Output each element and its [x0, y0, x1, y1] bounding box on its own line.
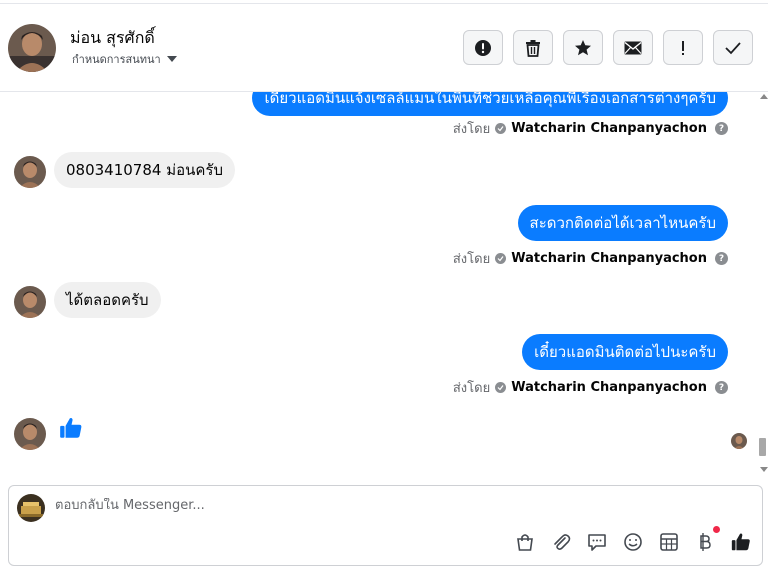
scroll-down-icon[interactable]: [760, 467, 768, 472]
contact-avatar-small: [14, 418, 46, 450]
like-icon: [731, 533, 750, 551]
contact-avatar[interactable]: [8, 24, 56, 72]
emoji-icon: [624, 533, 642, 551]
notification-dot: [713, 526, 720, 533]
check-circle-icon: [495, 123, 507, 134]
message-bubble-incoming: ได้ตลอดครับ: [54, 282, 161, 318]
help-icon[interactable]: ?: [715, 252, 728, 265]
scroll-up-icon[interactable]: [760, 94, 768, 99]
conversation-header: ม่อน สุรศักดิ์ กำหนดการสนทนา: [0, 4, 768, 92]
chevron-down-icon: [166, 56, 177, 62]
emoji-button[interactable]: [622, 531, 644, 553]
contact-avatar-small: [14, 286, 46, 318]
report-button[interactable]: [463, 30, 503, 65]
scrollbar-thumb[interactable]: [759, 438, 766, 456]
seen-receipt-avatar: [731, 433, 747, 449]
composer-toolbar: [514, 526, 752, 553]
contact-name: ม่อน สุรศักดิ์: [70, 28, 155, 47]
exclamation-icon: [682, 40, 684, 55]
message-bubble-outgoing: เดี๋ยวแอดมินติดต่อไปนะครับ: [522, 334, 728, 370]
help-icon[interactable]: ?: [715, 122, 728, 135]
like-icon: [60, 417, 82, 438]
thread-scrollbar[interactable]: [758, 92, 768, 476]
delete-button[interactable]: [513, 30, 553, 65]
message-bubble-outgoing: เดี๋ยวแอดมินแจ้งเซลล์แมนในพื้นที่ช่วยเหล…: [252, 92, 728, 116]
trash-icon: [526, 39, 540, 57]
saved-replies-button[interactable]: [586, 531, 608, 553]
paperclip-icon: [554, 534, 571, 550]
attach-button[interactable]: [550, 531, 572, 553]
message-bubble-incoming: 0803410784 ม่อนครับ: [54, 152, 235, 188]
star-icon: [575, 39, 591, 55]
help-icon[interactable]: ?: [715, 381, 728, 394]
chat-bubble-icon: [588, 534, 606, 551]
reply-input[interactable]: [55, 498, 655, 513]
message-bubble-outgoing: สะดวกติดต่อได้เวลาไหนครับ: [517, 205, 728, 241]
payment-button[interactable]: [694, 526, 720, 553]
like-message: [58, 415, 84, 445]
reply-composer: [8, 485, 763, 566]
page-avatar: [17, 494, 45, 522]
schedule-dropdown[interactable]: กำหนดการสนทนา: [72, 50, 177, 68]
message-thread: เดี๋ยวแอดมินแจ้งเซลล์แมนในพื้นที่ช่วยเหล…: [0, 92, 768, 476]
send-like-button[interactable]: [730, 531, 752, 553]
sent-by-label: ส่งโดย Watcharin Chanpanyachon ?: [453, 248, 728, 269]
check-circle-icon: [495, 253, 507, 264]
shop-button[interactable]: [514, 531, 536, 553]
table-icon: [660, 533, 678, 551]
sent-by-label: ส่งโดย Watcharin Chanpanyachon ?: [453, 377, 728, 398]
schedule-label: กำหนดการสนทนา: [72, 53, 161, 66]
header-actions: [463, 30, 753, 65]
star-button[interactable]: [563, 30, 603, 65]
appointment-button[interactable]: [658, 531, 680, 553]
mark-unread-button[interactable]: [613, 30, 653, 65]
follow-up-button[interactable]: [663, 30, 703, 65]
sent-by-label: ส่งโดย Watcharin Chanpanyachon ?: [453, 118, 728, 139]
check-circle-icon: [495, 382, 507, 393]
shopping-bag-icon: [517, 534, 533, 551]
baht-icon: [700, 533, 711, 551]
envelope-icon: [624, 41, 642, 54]
check-icon: [725, 41, 741, 54]
contact-avatar-small: [14, 156, 46, 188]
report-icon: [475, 39, 491, 56]
mark-done-button[interactable]: [713, 30, 753, 65]
